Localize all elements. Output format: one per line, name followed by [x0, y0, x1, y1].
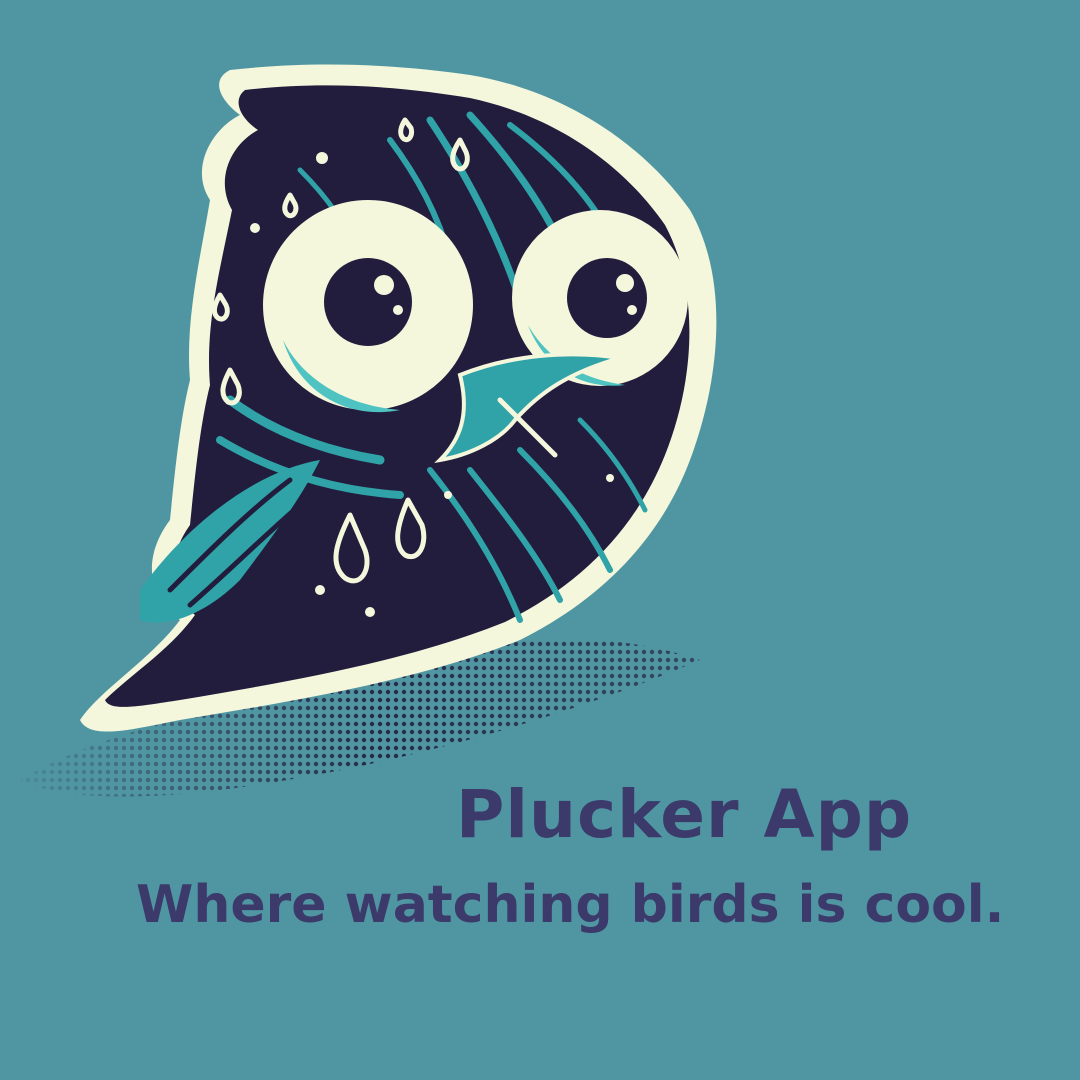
poster: Plucker App Where watching birds is cool… — [0, 0, 1080, 1080]
app-title: Plucker App — [456, 776, 913, 853]
app-tagline: Where watching birds is cool. — [136, 875, 1005, 935]
